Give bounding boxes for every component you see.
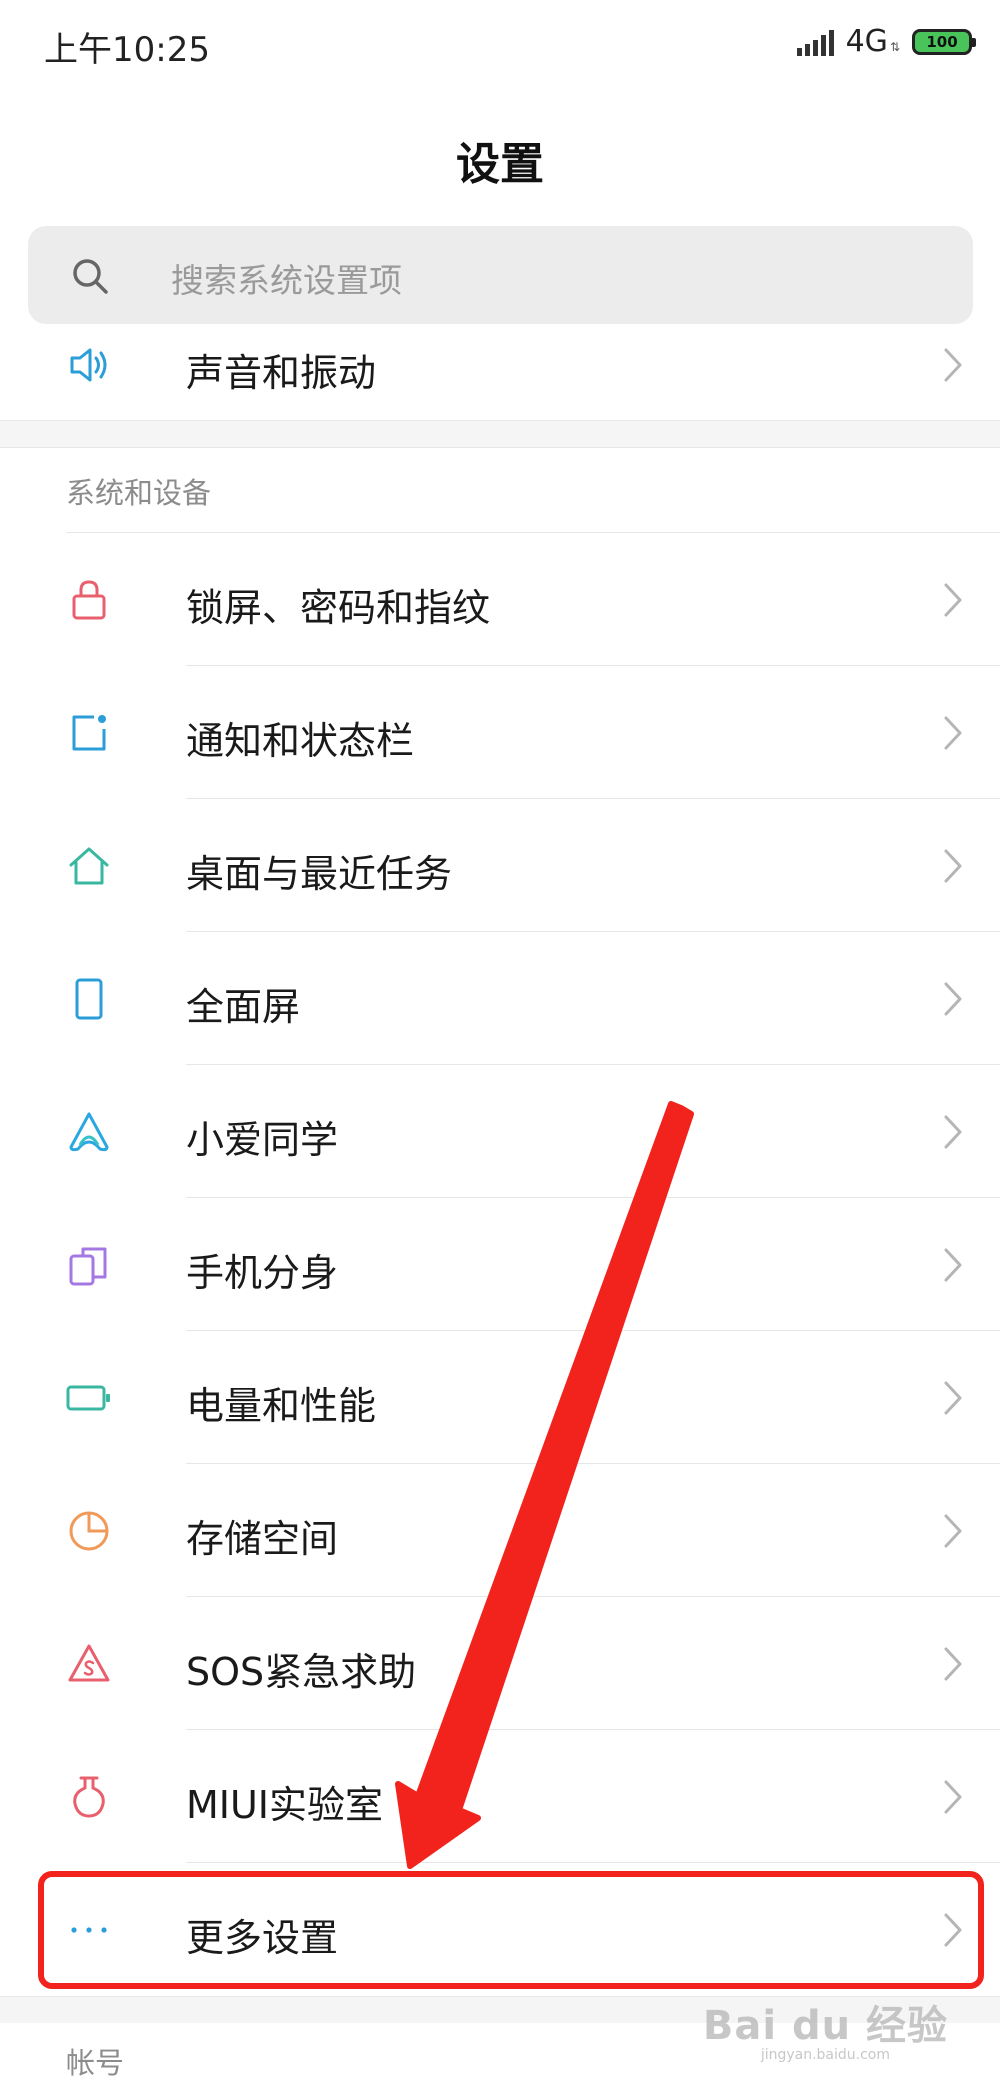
settings-item-sound[interactable]: 声音和振动 (0, 332, 1000, 420)
sos-icon (66, 1641, 112, 1687)
status-indicators: 4G ⇅ 100 (796, 24, 976, 59)
settings-item-label: MIUI实验室 (186, 1783, 384, 1827)
settings-item-sound-content: 声音和振动 (0, 332, 1000, 420)
settings-item-home-screen[interactable]: 桌面与最近任务 (0, 799, 1000, 932)
section-separator (0, 420, 1000, 448)
storage-pie-icon (66, 1508, 112, 1554)
settings-item-lock-screen[interactable]: 锁屏、密码和指纹 (0, 533, 1000, 666)
battery-icon (66, 1375, 112, 1421)
settings-item-label: 桌面与最近任务 (186, 852, 453, 896)
settings-item-label: 存储空间 (186, 1517, 339, 1561)
chevron-right-icon (942, 714, 964, 752)
section-header-system: 系统和设备 (66, 476, 212, 510)
search-icon (70, 256, 110, 296)
page-title: 设置 (456, 139, 544, 190)
chevron-right-icon (942, 847, 964, 885)
settings-item-label: 全面屏 (186, 985, 301, 1029)
home-icon (66, 843, 112, 889)
settings-item-label: 电量和性能 (186, 1384, 377, 1428)
lock-icon (66, 577, 112, 623)
flask-icon (66, 1774, 112, 1820)
chevron-right-icon (942, 1512, 964, 1550)
settings-screen: 上午10:25 4G ⇅ 100 设置 搜索系统设置项 声音和振动 系统和设备 … (0, 0, 1000, 2081)
settings-item-storage[interactable]: 存储空间 (0, 1464, 1000, 1597)
settings-item-label: 手机分身 (186, 1251, 339, 1295)
status-time: 上午10:25 (44, 30, 210, 70)
chevron-right-icon (942, 980, 964, 1018)
settings-item-label: 小爱同学 (186, 1118, 339, 1162)
settings-item-full-screen[interactable]: 全面屏 (0, 932, 1000, 1065)
settings-item-notifications[interactable]: 通知和状态栏 (0, 666, 1000, 799)
settings-list-system: 锁屏、密码和指纹 通知和状态栏 桌面与最近任务 全面屏 小爱同学 手机分身 电量… (0, 533, 1000, 1996)
chevron-right-icon (942, 1645, 964, 1683)
settings-item-sos[interactable]: SOS紧急求助 (0, 1597, 1000, 1730)
settings-item-battery[interactable]: 电量和性能 (0, 1331, 1000, 1464)
signal-strength-icon (796, 28, 834, 56)
network-type: 4G ⇅ (846, 24, 900, 59)
chevron-right-icon (942, 346, 964, 384)
settings-item-label: SOS紧急求助 (186, 1650, 417, 1694)
chevron-right-icon (942, 1778, 964, 1816)
chevron-right-icon (942, 1246, 964, 1284)
battery-icon: 100 (912, 28, 976, 55)
phone-screen-icon (66, 976, 112, 1022)
watermark-sub: jingyan.baidu.com (760, 2047, 891, 2063)
data-activity-icon: ⇅ (889, 40, 900, 54)
settings-item-label: 更多设置 (186, 1916, 339, 1960)
speaker-icon (66, 342, 112, 388)
dual-phone-icon (66, 1242, 112, 1288)
settings-item-label: 声音和振动 (186, 351, 377, 395)
search-placeholder: 搜索系统设置项 (171, 261, 402, 300)
xiaoai-icon (66, 1109, 112, 1155)
settings-item-miui-lab[interactable]: MIUI实验室 (0, 1730, 1000, 1863)
chevron-right-icon (942, 1379, 964, 1417)
settings-item-label: 通知和状态栏 (186, 719, 415, 763)
chevron-right-icon (942, 1113, 964, 1151)
section-header-account: 帐号 (66, 2046, 125, 2080)
section-separator (0, 1996, 1000, 2023)
settings-item-label: 锁屏、密码和指纹 (186, 586, 491, 630)
chevron-right-icon (942, 1911, 964, 1949)
battery-level: 100 (926, 32, 958, 51)
settings-item-more-settings[interactable]: 更多设置 (0, 1863, 1000, 1996)
search-input[interactable]: 搜索系统设置项 (28, 226, 973, 324)
network-type-label: 4G (845, 24, 888, 59)
chevron-right-icon (942, 581, 964, 619)
more-dots-icon (66, 1907, 112, 1953)
notification-icon (66, 710, 112, 756)
settings-item-second-space[interactable]: 手机分身 (0, 1198, 1000, 1331)
status-bar: 上午10:25 4G ⇅ 100 (0, 0, 1000, 90)
settings-item-xiaoai[interactable]: 小爱同学 (0, 1065, 1000, 1198)
